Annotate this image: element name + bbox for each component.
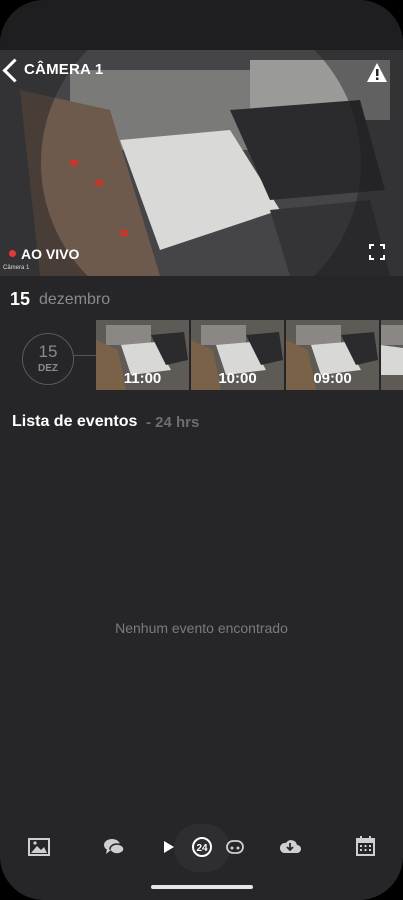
events-list-title: Lista de eventos (12, 413, 138, 430)
cloud-download-icon[interactable] (278, 837, 302, 855)
date-header-month: dezembro (39, 291, 111, 308)
date-header-day: 15 (10, 289, 31, 309)
thumbnail-time: 09:00 (313, 370, 352, 387)
date-badge-day: 15 (38, 342, 58, 361)
thumbnail-time: 11:00 (123, 370, 162, 387)
image-icon[interactable] (28, 838, 50, 856)
cloud-icon[interactable] (226, 840, 244, 854)
history-24-icon: 24 (192, 837, 212, 857)
calendar-icon[interactable] (356, 836, 375, 856)
recording-thumbnail[interactable]: 09:00 (286, 320, 379, 390)
chat-icon[interactable] (103, 838, 125, 856)
recording-thumbnail[interactable]: 11:00 (96, 320, 189, 390)
thumbnail-time: 10:00 (218, 370, 257, 387)
date-badge-month: DEZ (38, 363, 58, 374)
app-screen: CÂMERA 1 AO VIVO Câmera 1 15 dezembro 15… (0, 0, 403, 900)
status-bar-area (0, 0, 403, 50)
empty-state-message: Nenhum evento encontrado (115, 620, 288, 636)
office-scene-image (0, 50, 403, 276)
live-indicator-dot (9, 250, 16, 257)
date-badge[interactable]: 15 DEZ (22, 333, 74, 385)
home-indicator[interactable] (151, 885, 253, 889)
live-label: AO VIVO (21, 246, 80, 262)
history-24-label: 24 (196, 843, 208, 854)
live-video-player[interactable] (0, 50, 403, 276)
warning-icon[interactable] (366, 62, 388, 84)
camera-title: CÂMERA 1 (24, 61, 104, 78)
events-range: - 24 hrs (146, 414, 200, 431)
thumbnail-image (381, 320, 403, 390)
fullscreen-icon[interactable] (369, 244, 385, 260)
camera-caption: Câmera 1 (3, 265, 30, 271)
recording-thumbnail[interactable]: 10:00 (191, 320, 284, 390)
recording-thumbnail-partial[interactable] (381, 320, 403, 390)
